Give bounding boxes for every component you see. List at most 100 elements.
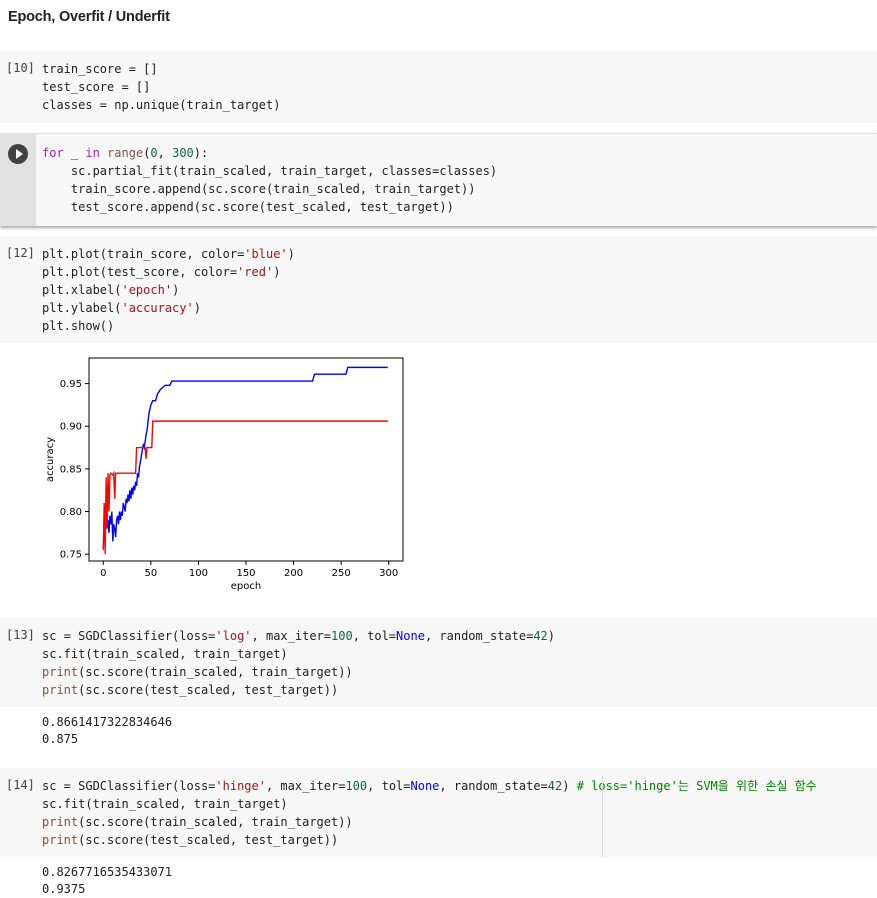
code-token: 'epoch' bbox=[121, 283, 173, 297]
code-line: plt.show() bbox=[42, 319, 114, 333]
x-tick-label: 250 bbox=[332, 568, 351, 579]
code-token: 'hinge' bbox=[215, 779, 266, 793]
code-token: plt.ylabel( bbox=[42, 301, 122, 315]
cell-prompt: [14] bbox=[6, 778, 35, 792]
code-token: ) bbox=[172, 283, 180, 297]
cell-prompt: [10] bbox=[6, 61, 35, 75]
code-token: (sc.score(test_scaled, test_target)) bbox=[78, 833, 339, 847]
x-tick-label: 100 bbox=[189, 568, 208, 579]
code-editor[interactable]: plt.plot(train_score, color='blue') plt.… bbox=[42, 245, 295, 335]
code-token: plt.plot(test_score, color= bbox=[42, 265, 238, 279]
run-cell-icon[interactable] bbox=[8, 144, 28, 164]
code-token: ) bbox=[562, 779, 577, 793]
y-tick-label: 0.85 bbox=[60, 464, 82, 475]
code-line: print(sc.score(train_scaled, train_targe… bbox=[42, 665, 353, 679]
cell-prompt: [13] bbox=[6, 628, 35, 642]
x-axis-label: epoch bbox=[231, 581, 261, 592]
code-line: train_score = [] bbox=[42, 62, 158, 76]
cell-prompt: [12] bbox=[6, 246, 35, 260]
code-line: plt.plot(test_score, color='red') bbox=[42, 265, 280, 279]
code-cell-14[interactable]: [14] sc = SGDClassifier(loss='hinge', ma… bbox=[0, 768, 877, 857]
output-line: 0.8661417322834646 bbox=[42, 715, 173, 729]
code-token: # loss='hinge'는 SVM을 위한 손실 함수 bbox=[576, 779, 817, 793]
code-token: print bbox=[42, 665, 79, 679]
code-token: , random_state= bbox=[424, 629, 534, 643]
code-token: for bbox=[42, 146, 64, 160]
code-line: sc = SGDClassifier(loss='log', max_iter=… bbox=[42, 629, 555, 643]
x-tick-label: 200 bbox=[284, 568, 303, 579]
code-token: 'red' bbox=[237, 265, 274, 279]
code-cell-12[interactable]: [12] plt.plot(train_score, color='blue')… bbox=[0, 236, 877, 343]
code-token: test_score = [] bbox=[42, 80, 151, 94]
code-token: sc.fit(train_scaled, train_target) bbox=[42, 647, 288, 661]
code-line: classes = np.unique(train_target) bbox=[42, 98, 280, 112]
code-token: plt.show() bbox=[42, 319, 115, 333]
y-tick-label: 0.80 bbox=[60, 507, 82, 518]
code-line: test_score = [] bbox=[42, 80, 150, 94]
code-token: (sc.score(train_scaled, train_target)) bbox=[78, 665, 353, 679]
code-token: train_score.append(sc.score(train_scaled… bbox=[42, 182, 476, 196]
code-token: sc.partial_fit(train_scaled, train_targe… bbox=[42, 164, 498, 178]
code-token: print bbox=[42, 833, 79, 847]
code-token: (sc.score(train_scaled, train_target)) bbox=[78, 815, 353, 829]
code-token: 0 bbox=[150, 146, 158, 160]
code-line: sc.fit(train_scaled, train_target) bbox=[42, 797, 288, 811]
code-token: , max_iter= bbox=[265, 779, 346, 793]
code-token: range bbox=[107, 146, 144, 160]
code-line: sc.partial_fit(train_scaled, train_targe… bbox=[42, 164, 497, 178]
code-line: sc = SGDClassifier(loss='hinge', max_ite… bbox=[42, 779, 817, 793]
y-axis-label: accuracy bbox=[45, 437, 56, 482]
code-token: _ bbox=[63, 146, 86, 160]
code-token: sc = SGDClassifier(loss= bbox=[42, 779, 216, 793]
accuracy-line-chart: 0 50 100 150 200 250 300 0.75 0.80 0.85 0.90 0.95 ep… bbox=[45, 357, 404, 592]
code-token: in bbox=[85, 146, 100, 160]
y-tick-label: 0.90 bbox=[60, 422, 82, 433]
code-line: plt.plot(train_score, color='blue') bbox=[42, 247, 295, 261]
output-line: 0.8267716535433071 bbox=[42, 865, 173, 879]
output-line: 0.9375 bbox=[42, 882, 86, 896]
code-cell-active[interactable]: for _ in range(0, 300): sc.partial_fit(t… bbox=[0, 133, 877, 226]
code-cell-10[interactable]: [10] train_score = [] test_score = [] cl… bbox=[0, 51, 877, 123]
code-token: (sc.score(test_scaled, test_target)) bbox=[78, 683, 339, 697]
cell-output-14: 0.8267716535433071 0.9375 bbox=[42, 864, 172, 898]
code-token: 100 bbox=[345, 779, 368, 793]
code-line: test_score.append(sc.score(test_scaled, … bbox=[42, 200, 454, 214]
editor-ruler bbox=[602, 775, 603, 857]
x-tick-label: 0 bbox=[100, 568, 106, 579]
code-token: test_score.append(sc.score(test_scaled, … bbox=[42, 200, 454, 214]
code-token: classes = np.unique(train_target) bbox=[42, 98, 281, 112]
code-token: 'accuracy' bbox=[121, 301, 194, 315]
code-editor[interactable]: train_score = [] test_score = [] classes… bbox=[42, 60, 280, 114]
code-token: ) bbox=[287, 247, 295, 261]
code-token: sc = SGDClassifier(loss= bbox=[42, 629, 216, 643]
code-token: None bbox=[410, 779, 440, 793]
y-tick-label: 0.75 bbox=[60, 550, 82, 561]
x-tick-label: 300 bbox=[379, 568, 398, 579]
code-line: print(sc.score(test_scaled, test_target)… bbox=[42, 683, 338, 697]
code-token: , random_state= bbox=[439, 779, 548, 793]
code-token: ) bbox=[547, 629, 556, 643]
code-line: sc.fit(train_scaled, train_target) bbox=[42, 647, 288, 661]
code-editor[interactable]: for _ in range(0, 300): sc.partial_fit(t… bbox=[42, 144, 497, 216]
code-line: print(sc.score(train_scaled, train_targe… bbox=[42, 815, 353, 829]
code-token: ) bbox=[193, 301, 201, 315]
code-line: train_score.append(sc.score(train_scaled… bbox=[42, 182, 476, 196]
x-tick-label: 150 bbox=[236, 568, 255, 579]
code-token: 'log' bbox=[215, 629, 252, 643]
code-cell-13[interactable]: [13] sc = SGDClassifier(loss='log', max_… bbox=[0, 618, 877, 707]
code-editor[interactable]: sc = SGDClassifier(loss='log', max_iter=… bbox=[42, 627, 555, 699]
code-token: , tol= bbox=[352, 629, 397, 643]
x-tick-label: 50 bbox=[144, 568, 157, 579]
code-token: train_score = [] bbox=[42, 62, 158, 76]
output-line: 0.875 bbox=[42, 732, 79, 746]
code-editor[interactable]: sc = SGDClassifier(loss='hinge', max_ite… bbox=[42, 777, 817, 849]
code-token: ) bbox=[273, 265, 281, 279]
code-token: , tol= bbox=[367, 779, 411, 793]
y-tick-label: 0.95 bbox=[60, 379, 82, 390]
code-line: plt.ylabel('accuracy') bbox=[42, 301, 201, 315]
section-title: Epoch, Overfit / Underfit bbox=[8, 9, 170, 25]
cell-output-13: 0.8661417322834646 0.875 bbox=[42, 714, 172, 748]
code-line: print(sc.score(test_scaled, test_target)… bbox=[42, 833, 338, 847]
code-token: , bbox=[157, 146, 173, 160]
code-token: plt.plot(train_score, color= bbox=[42, 247, 245, 261]
